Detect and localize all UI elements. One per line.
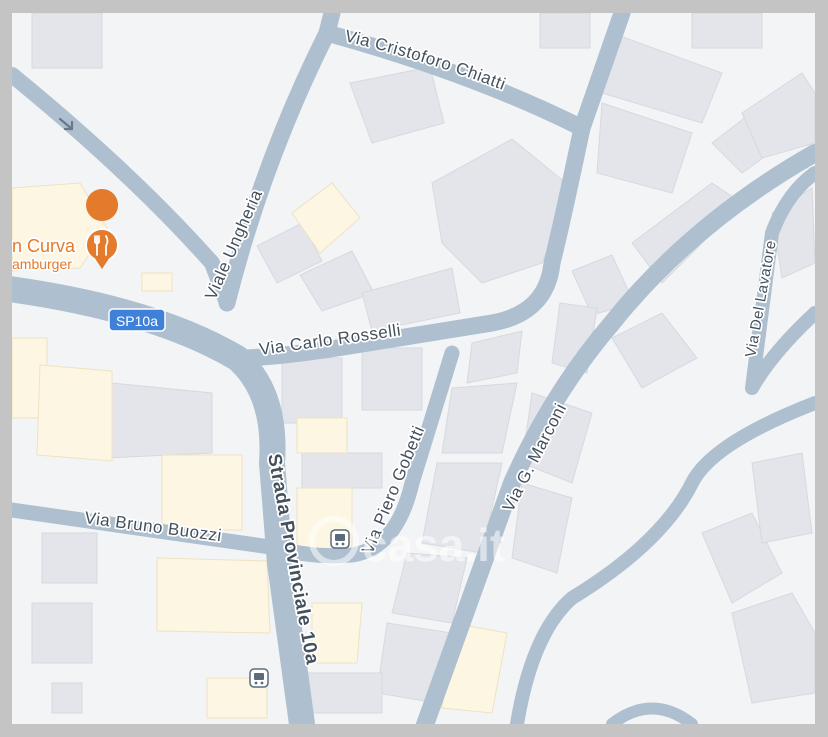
bus-stop-icon[interactable] [330, 529, 350, 549]
map-frame: Via Cristoforo Chiatti Viale Ungheria Vi… [0, 0, 828, 737]
buildings [12, 13, 815, 719]
svg-text:casa.it: casa.it [362, 519, 505, 571]
map-canvas[interactable]: Via Cristoforo Chiatti Viale Ungheria Vi… [12, 13, 815, 724]
bus-stop-icon[interactable] [249, 668, 269, 688]
road-badge-sp10a: SP10a [108, 308, 166, 332]
poi-category: amburger [12, 256, 72, 272]
map-svg[interactable]: Via Cristoforo Chiatti Viale Ungheria Vi… [12, 13, 815, 724]
poi-name: n Curva [12, 236, 76, 256]
street-label-del-lavatore: Via Del Lavatore [742, 239, 780, 359]
svg-text:SP10a: SP10a [116, 313, 158, 329]
